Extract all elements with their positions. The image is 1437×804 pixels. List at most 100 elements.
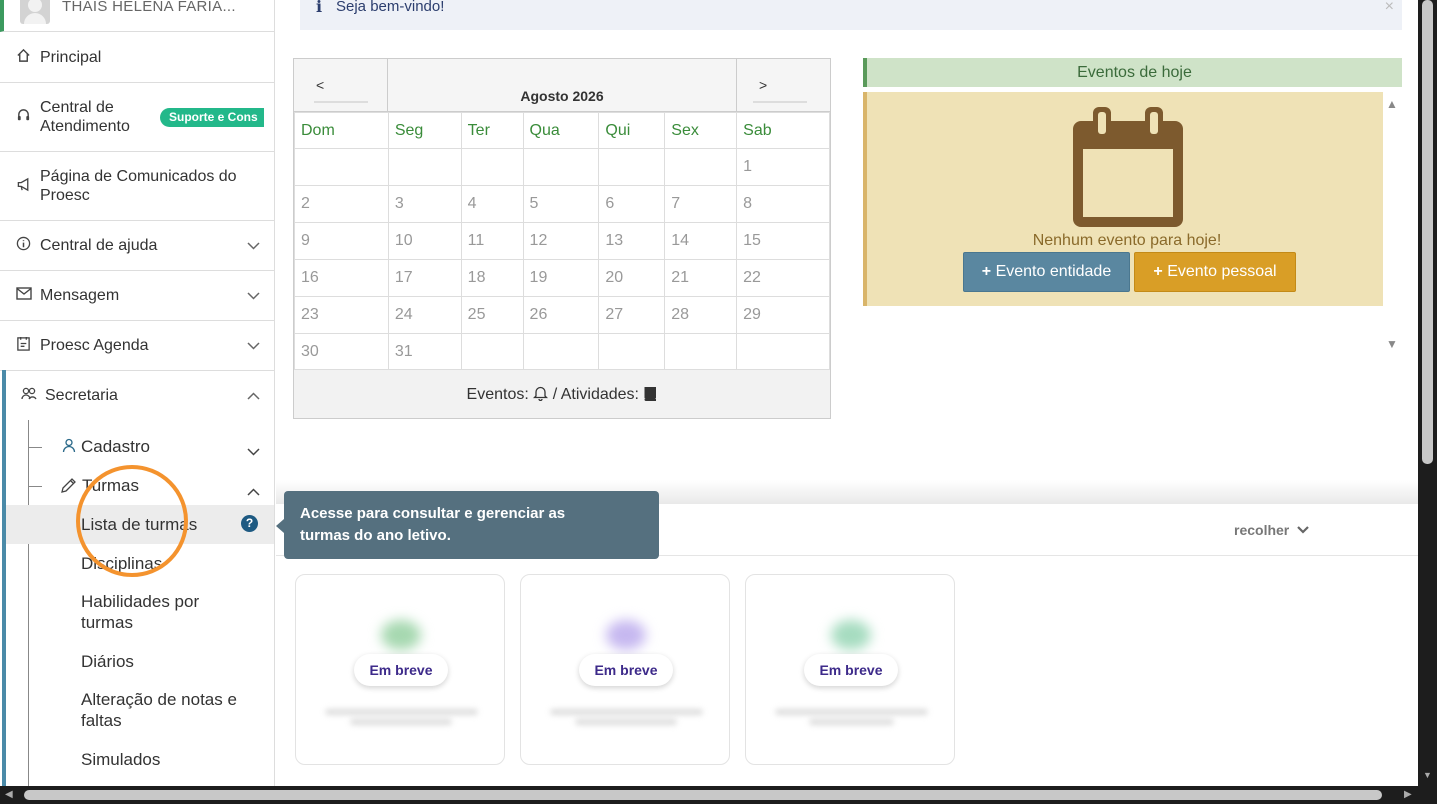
calendar-day-cell[interactable]: 8 — [736, 185, 830, 223]
calendar-day-cell[interactable]: 18 — [460, 259, 524, 297]
calendar-day-cell[interactable] — [664, 333, 738, 371]
calendar-day-cell[interactable]: 22 — [736, 259, 830, 297]
calendar-day-cell[interactable]: 16 — [294, 259, 389, 297]
add-evento-pessoal-button[interactable]: + Evento pessoal — [1134, 252, 1296, 292]
close-icon[interactable]: × — [1385, 0, 1394, 16]
person-icon — [62, 438, 76, 458]
scroll-down-icon[interactable]: ▼ — [1423, 770, 1432, 780]
vertical-scrollbar[interactable]: ▼ — [1418, 0, 1437, 804]
chevron-down-icon[interactable] — [247, 288, 260, 303]
calendar-day-cell[interactable] — [460, 148, 524, 186]
calendar-day-cell[interactable]: 10 — [387, 222, 462, 260]
chevron-down-icon[interactable] — [247, 338, 260, 353]
calendar-day-cell[interactable]: 11 — [460, 222, 524, 260]
calendar-day-cell[interactable]: 29 — [736, 296, 830, 334]
sidebar-item-principal[interactable]: Principal — [0, 33, 274, 83]
coming-soon-badge: Em breve — [579, 654, 673, 686]
calendar-day-cell[interactable] — [736, 333, 830, 371]
sidebar-leaf-alteracao[interactable]: Alteração de notas e faltas — [81, 689, 241, 731]
sidebar-leaf-habilidades[interactable]: Habilidades por turmas — [81, 591, 231, 633]
calendar-day-cell[interactable]: 27 — [598, 296, 666, 334]
sidebar-item-comunicados[interactable]: Página de Comunicados do Proesc — [0, 152, 274, 221]
calendar-day-cell[interactable]: 15 — [736, 222, 830, 260]
calendar-day-cell[interactable]: 7 — [664, 185, 738, 223]
chevron-down-icon[interactable] — [247, 238, 260, 253]
pencil-icon — [60, 477, 77, 499]
scroll-up-icon[interactable]: ▲ — [1386, 97, 1398, 111]
add-evento-entidade-button[interactable]: + Evento entidade — [963, 252, 1130, 292]
card-blurred-text — [541, 705, 711, 735]
feature-card[interactable]: Em breve — [520, 574, 730, 765]
calendar-day-cell[interactable] — [522, 148, 600, 186]
sidebar-sub-cadastro[interactable]: Cadastro — [62, 437, 274, 459]
scroll-down-icon[interactable]: ▼ — [1386, 337, 1398, 351]
calendar-day-cell[interactable] — [460, 333, 524, 371]
calendar-day-cell[interactable]: 4 — [460, 185, 524, 223]
calendar-day-cell[interactable]: 5 — [522, 185, 600, 223]
calendar-day-cell[interactable]: 6 — [598, 185, 666, 223]
scroll-left-icon[interactable]: ◀ — [5, 789, 13, 800]
calendar-day-cell[interactable] — [598, 333, 666, 371]
feature-card[interactable]: Em breve — [745, 574, 955, 765]
help-icon[interactable]: ? — [241, 515, 258, 532]
scrollbar-thumb[interactable] — [24, 790, 1382, 800]
scroll-right-icon[interactable]: ▶ — [1404, 789, 1412, 800]
agenda-icon — [16, 336, 31, 355]
calendar-day-cell[interactable]: 30 — [294, 333, 389, 371]
calendar-day-cell[interactable]: 14 — [664, 222, 738, 260]
sidebar-leaf-diarios[interactable]: Diários — [81, 651, 134, 672]
chevron-up-icon[interactable] — [247, 388, 260, 403]
calendar-day-cell[interactable]: 25 — [460, 296, 524, 334]
calendar-day-cell[interactable]: 12 — [522, 222, 600, 260]
calendar-day-cell[interactable] — [664, 148, 738, 186]
sidebar-item-central-atendimento[interactable]: Central de Atendimento Suporte e Cons — [0, 83, 274, 152]
calendar-week-row: 23 24 25 26 27 28 29 — [294, 296, 830, 334]
horizontal-scrollbar[interactable]: ◀ ▶ — [0, 786, 1437, 804]
sidebar-item-central-ajuda[interactable]: Central de ajuda — [0, 221, 274, 271]
calendar-next-button[interactable]: > — [737, 59, 830, 112]
events-today-header: Eventos de hoje — [863, 58, 1402, 87]
calendar-day-cell[interactable]: 2 — [294, 185, 389, 223]
calendar-grid: Dom Seg Ter Qua Qui Sex Sab 1 2 3 4 5 6 7 8 9 10 1… — [294, 112, 830, 371]
calendar-day-cell[interactable] — [387, 148, 462, 186]
calendar-day-cell[interactable]: 1 — [736, 148, 830, 186]
underline — [753, 101, 807, 103]
sidebar-item-mensagem[interactable]: Mensagem — [0, 271, 274, 321]
tooltip-line: Acesse para consultar e gerenciar as — [300, 505, 566, 522]
tree-connector — [28, 447, 42, 448]
chevron-up-icon[interactable] — [247, 481, 260, 501]
calendar-day-cell[interactable]: 20 — [598, 259, 666, 297]
legend-atividades: / Atividades: — [552, 386, 639, 403]
sidebar-item-secretaria[interactable]: Secretaria — [0, 371, 274, 419]
calendar-day-cell[interactable]: 17 — [387, 259, 462, 297]
events-scrollbar[interactable]: ▲ ▼ — [1383, 92, 1402, 354]
calendar-day-cell[interactable]: 24 — [387, 296, 462, 334]
chevron-down-icon[interactable] — [247, 441, 260, 461]
calendar-day-cell[interactable]: 26 — [522, 296, 600, 334]
sidebar-item-label: Página de Comunicados do Proesc — [40, 168, 237, 204]
tree-line — [28, 420, 29, 786]
highlight-circle — [76, 465, 188, 577]
calendar-day-cell[interactable]: 23 — [294, 296, 389, 334]
feature-card[interactable]: Em breve — [295, 574, 505, 765]
support-badge[interactable]: Suporte e Cons — [160, 108, 264, 127]
calendar-day-cell[interactable] — [598, 148, 666, 186]
user-profile[interactable]: THAIS HELENA FARIA... — [0, 0, 274, 32]
sidebar-item-label: Central de ajuda — [40, 237, 158, 254]
tooltip-line: turmas do ano letivo. — [300, 527, 451, 544]
calendar-day-cell[interactable] — [522, 333, 600, 371]
calendar-day-cell[interactable]: 31 — [387, 333, 462, 371]
collapse-button[interactable]: recolher — [1234, 521, 1309, 538]
calendar-day-cell[interactable]: 13 — [598, 222, 666, 260]
calendar-day-cell[interactable]: 21 — [664, 259, 738, 297]
weekday-row: Dom Seg Ter Qua Qui Sex Sab — [294, 112, 830, 149]
scrollbar-thumb[interactable] — [1422, 0, 1433, 464]
calendar-prev-button[interactable]: < — [294, 59, 388, 112]
calendar-day-cell[interactable]: 19 — [522, 259, 600, 297]
calendar-day-cell[interactable] — [294, 148, 389, 186]
sidebar-leaf-simulados[interactable]: Simulados — [81, 749, 160, 770]
calendar-day-cell[interactable]: 3 — [387, 185, 462, 223]
calendar-day-cell[interactable]: 9 — [294, 222, 389, 260]
sidebar-item-agenda[interactable]: Proesc Agenda — [0, 321, 274, 371]
calendar-day-cell[interactable]: 28 — [664, 296, 738, 334]
